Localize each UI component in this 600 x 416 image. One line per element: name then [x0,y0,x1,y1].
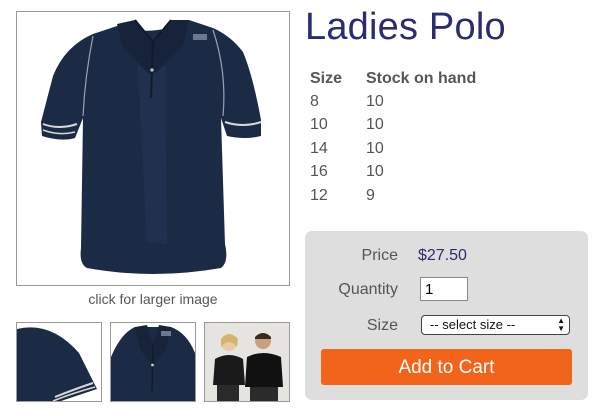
stock-column-header: Stock on hand [366,70,477,87]
size-cell: 14 [310,139,328,157]
table-row: 12 9 [310,184,476,208]
size-column-header: Size [310,70,343,87]
price-label: Price [361,247,398,264]
collar-detail-image [111,323,195,401]
main-product-image[interactable] [16,11,290,286]
models-photo-image [205,323,289,401]
stock-cell: 10 [366,163,384,181]
size-select-value: -- select size -- [430,317,516,332]
table-row: 10 10 [310,114,476,138]
stock-table: Size Stock on hand 8 10 10 10 14 10 16 1… [310,68,476,208]
table-row: 16 10 [310,161,476,185]
size-cell: 12 [310,186,328,204]
select-arrows-icon: ▲ ▼ [557,316,565,333]
image-caption: click for larger image [88,291,218,307]
table-row: 8 10 [310,90,476,114]
table-row: 14 10 [310,137,476,161]
quantity-input[interactable] [420,277,468,301]
thumbnail-sleeve[interactable] [16,322,102,402]
stock-table-header: Size Stock on hand [310,68,476,90]
add-to-cart-button[interactable]: Add to Cart [321,349,572,385]
quantity-label: Quantity [338,281,398,298]
thumbnail-collar[interactable] [110,322,196,402]
size-cell: 16 [310,163,328,181]
thumbnail-models[interactable] [204,322,290,402]
polo-shirt-image [41,19,262,274]
price-value: $27.50 [418,247,467,264]
stock-cell: 9 [366,186,375,204]
sleeve-detail-image [17,323,101,401]
stock-cell: 10 [366,139,384,157]
stock-cell: 10 [366,116,384,134]
purchase-panel: Price $27.50 Quantity Size -- select siz… [305,231,588,400]
stock-cell: 10 [366,92,384,110]
size-cell: 8 [310,92,319,110]
product-title: Ladies Polo [305,6,506,48]
size-label: Size [366,317,398,334]
size-cell: 10 [310,116,328,134]
size-select[interactable]: -- select size -- ▲ ▼ [421,315,570,335]
